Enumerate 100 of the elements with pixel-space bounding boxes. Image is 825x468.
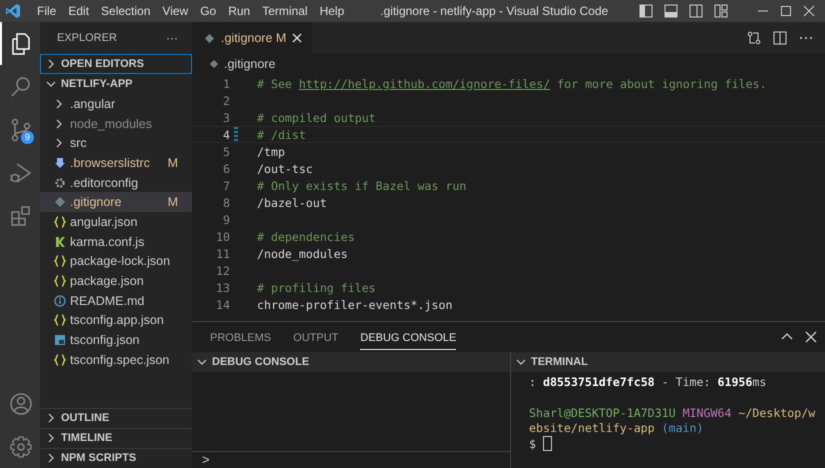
menu-item[interactable]: File: [31, 4, 62, 18]
braces-icon: [54, 354, 66, 366]
file-tree-item[interactable]: package.json: [40, 271, 192, 291]
section-header[interactable]: OPEN EDITORS: [40, 54, 192, 74]
file-tree-item[interactable]: angular.json: [40, 212, 192, 232]
menu-item[interactable]: View: [156, 4, 194, 18]
account-icon[interactable]: [9, 392, 33, 416]
menu-item[interactable]: Selection: [95, 4, 156, 18]
file-tree-item[interactable]: karma.conf.js: [40, 232, 192, 252]
section-title: TIMELINE: [61, 432, 112, 444]
diamond-icon: [204, 32, 215, 44]
file-tree-item[interactable]: package-lock.json: [40, 252, 192, 272]
section-title: OPEN EDITORS: [61, 58, 144, 70]
close-panel-icon[interactable]: [805, 331, 817, 343]
braces-icon: [54, 275, 66, 288]
code-line: # See http://help.github.com/ignore-files/ for more about ignoring files.: [257, 76, 767, 90]
line-number: 10: [215, 230, 230, 244]
file-tree-item[interactable]: .angular: [40, 94, 192, 114]
line-number: 1: [222, 76, 230, 90]
code-line: # /dist: [257, 128, 306, 142]
chevron-icon: [516, 357, 526, 367]
menu-item[interactable]: Go: [194, 4, 222, 18]
braces-icon: [54, 216, 66, 228]
section-header[interactable]: NETLIFY-APP: [40, 74, 192, 94]
braces-icon: [54, 255, 66, 268]
file-tree-item[interactable]: tsconfig.spec.json: [40, 350, 192, 370]
section-title: NETLIFY-APP: [61, 78, 133, 90]
extensions-icon[interactable]: [9, 204, 33, 228]
split-layout-icon[interactable]: [689, 4, 703, 18]
maximize-icon[interactable]: [780, 5, 792, 17]
menu-item[interactable]: Help: [314, 4, 350, 18]
git-status: M: [168, 156, 178, 170]
toggle-sidebar-icon[interactable]: [639, 4, 653, 18]
close-icon[interactable]: [803, 5, 815, 17]
section-title: TERMINAL: [531, 356, 588, 368]
run-debug-icon[interactable]: [9, 160, 33, 184]
debug-console-header[interactable]: DEBUG CONSOLE: [192, 352, 510, 372]
menu-item[interactable]: Edit: [62, 4, 96, 18]
close-tab-icon[interactable]: [292, 33, 302, 43]
line-number: 5: [222, 144, 230, 158]
window-title: .gitignore - netlify-app - Visual Studio Code: [380, 4, 608, 18]
line-number: 7: [222, 178, 230, 192]
line-number: 9: [222, 212, 230, 226]
braces-icon: [54, 314, 66, 326]
arrow-down-icon: [54, 156, 66, 169]
terminal-line: $: [529, 436, 536, 451]
toggle-panel-icon[interactable]: [664, 4, 678, 18]
line-number: 13: [215, 280, 230, 294]
line-number: 6: [222, 162, 230, 176]
split-editor-icon[interactable]: [773, 31, 787, 45]
code-line: /bazel-out: [257, 196, 327, 210]
section-title: DEBUG CONSOLE: [212, 356, 310, 368]
line-number: 8: [222, 196, 230, 210]
section-title: NPM SCRIPTS: [61, 452, 136, 464]
line-number: 12: [215, 264, 230, 278]
menu-item[interactable]: Run: [222, 4, 256, 18]
gear-icon: [54, 176, 66, 189]
code-line: /tmp: [257, 144, 285, 158]
settings-icon[interactable]: [9, 434, 33, 458]
line-number: 3: [222, 110, 230, 124]
file-tree-item[interactable]: README.md: [40, 290, 192, 311]
console-prompt[interactable]: >: [202, 452, 210, 467]
file-tree-item[interactable]: node_modules: [40, 114, 192, 134]
terminal-header[interactable]: TERMINAL: [511, 352, 825, 372]
file-tree-item[interactable]: tsconfig.json: [40, 330, 192, 350]
line-number: 2: [222, 94, 230, 108]
code-line: # profiling files: [257, 280, 376, 294]
more-actions-button[interactable]: ···: [166, 31, 178, 45]
panel-tab[interactable]: PROBLEMS: [210, 324, 272, 350]
code-line: /node_modules: [257, 246, 348, 260]
file-tree-item[interactable]: tsconfig.app.json: [40, 310, 192, 330]
file-tree-item[interactable]: .browserslistrc M: [40, 153, 192, 173]
section-header[interactable]: TIMELINE: [40, 428, 192, 448]
terminal[interactable]: : d8553751dfe7fc58 - Time: 61956ms Sharl@DESKTOP-1A7D31U MINGW64 ~/Desktop/w ebsite/netlify-app (main) $: [511, 372, 825, 468]
panel-tab[interactable]: DEBUG CONSOLE: [360, 324, 456, 350]
line-number: 11: [215, 246, 230, 260]
code-line: # compiled output: [257, 110, 376, 124]
code-line: /out-tsc: [257, 162, 313, 176]
file-tree-item[interactable]: .editorconfig: [40, 172, 192, 192]
diamond-icon: [209, 59, 219, 69]
source-control-icon[interactable]: [9, 118, 33, 142]
code-line: # Only exists if Bazel was run: [257, 178, 466, 192]
editor-tab[interactable]: .gitignore M: [192, 22, 312, 54]
file-tree-item[interactable]: .gitignore M: [40, 192, 192, 212]
layout-grid-icon[interactable]: [714, 4, 728, 18]
chevron-icon: [197, 357, 207, 367]
line-number: 14: [215, 298, 230, 312]
breadcrumb[interactable]: .gitignore: [224, 57, 276, 71]
k-letter-icon: [54, 236, 66, 248]
panel-tab[interactable]: OUTPUT: [293, 324, 338, 350]
explorer-title: EXPLORER: [57, 32, 117, 44]
section-header[interactable]: NPM SCRIPTS: [40, 448, 192, 468]
menu-item[interactable]: Terminal: [256, 4, 314, 18]
terminal-line: ebsite/netlify-app (main): [529, 421, 704, 436]
changes-count-badge: 9: [21, 131, 34, 144]
file-tree-item[interactable]: src: [40, 133, 192, 154]
info-icon: [54, 294, 66, 307]
terminal-line: : d8553751dfe7fc58 - Time: 61956ms: [529, 374, 766, 389]
compare-changes-icon[interactable]: [747, 31, 761, 45]
section-header[interactable]: OUTLINE: [40, 408, 192, 428]
